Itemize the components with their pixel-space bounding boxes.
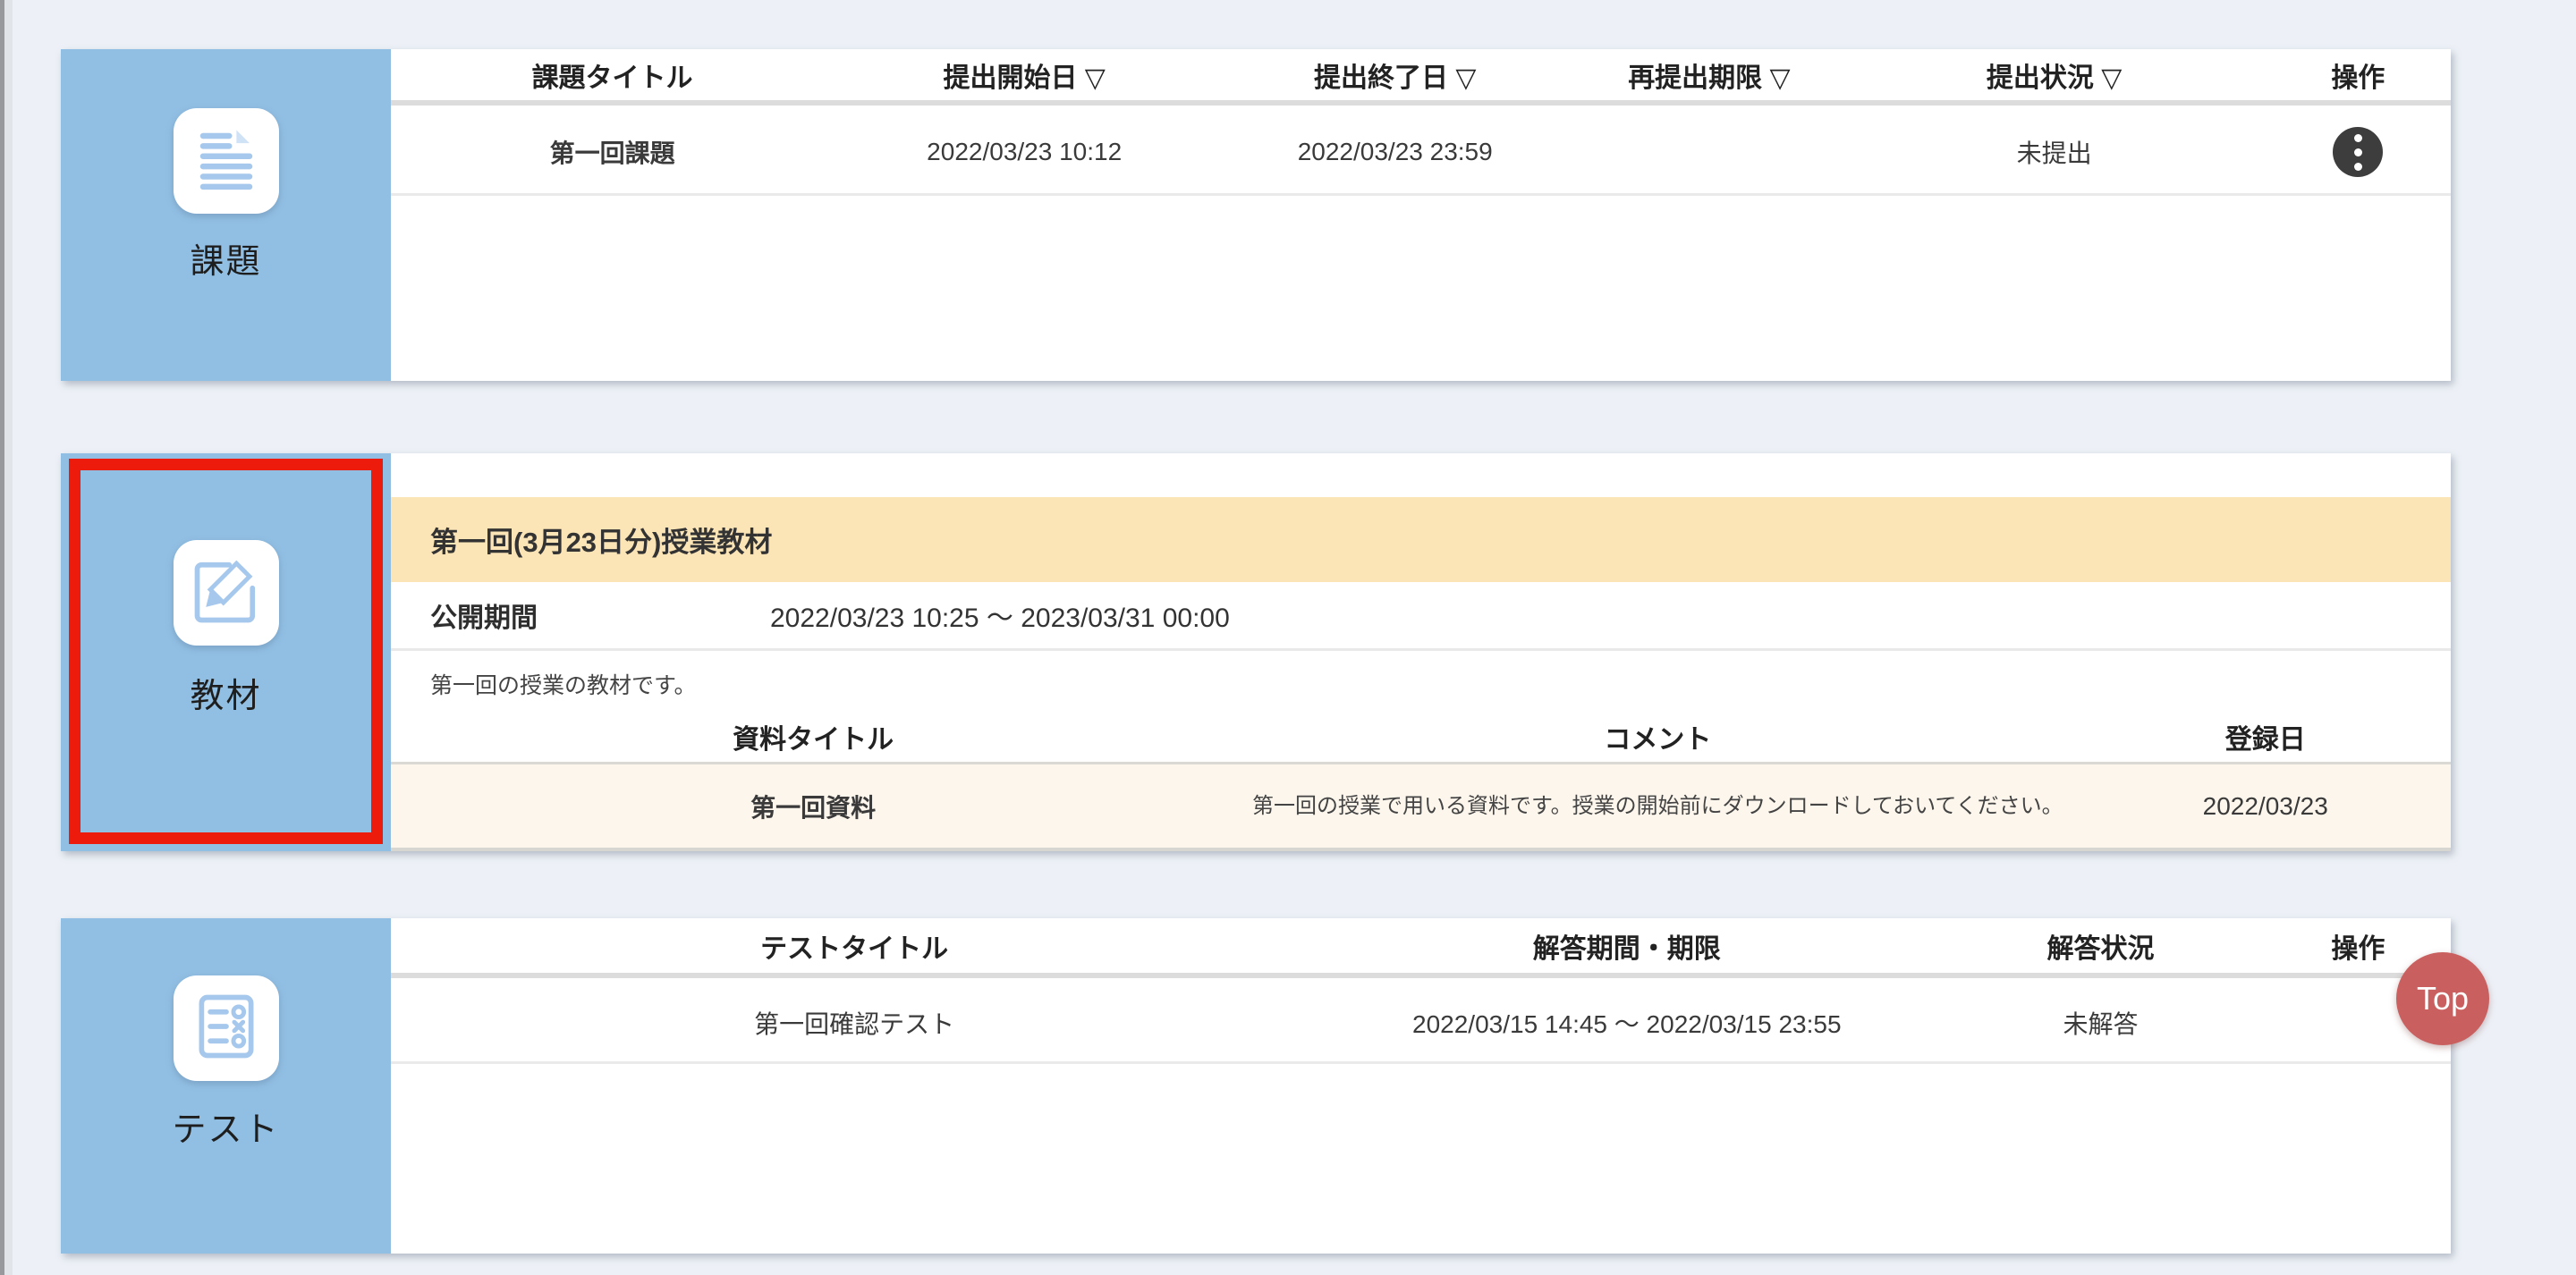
assignment-start: 2022/03/23 10:12	[834, 138, 1215, 166]
red-highlight-frame	[69, 459, 383, 844]
col-material-title: 資料タイトル	[391, 717, 1235, 756]
materials-icon-box	[174, 540, 279, 646]
assignment-row: 第一回課題 2022/03/23 10:12 2022/03/23 23:59 …	[391, 111, 2451, 196]
test-status: 未解答	[1936, 1005, 2265, 1041]
open-period-value: 2022/03/23 10:25 ～ 2023/03/31 00:00	[770, 595, 1230, 635]
assignment-status: 未提出	[1843, 134, 2266, 170]
col-material-date: 登録日	[2080, 717, 2451, 756]
tests-section: テスト テストタイトル 解答期間・期限 解答状況 操作 第一回確認テスト 202…	[61, 918, 2451, 1254]
sidebar-label-assignments: 課題	[61, 233, 391, 283]
col-submit-status-sort[interactable]: 提出状況 ▽	[1843, 55, 2266, 95]
material-date: 2022/03/23	[2080, 792, 2451, 821]
test-title: 第一回確認テスト	[391, 1005, 1318, 1041]
materials-description: 第一回の授業の教材です。	[391, 654, 2451, 714]
assignment-title: 第一回課題	[391, 134, 834, 170]
material-row: 第一回資料 第一回の授業で用いる資料です。授業の開始前にダウンロードしておいてく…	[391, 762, 2451, 851]
materials-header-row: 資料タイトル コメント 登録日	[391, 714, 2451, 759]
col-test-status: 解答状況	[1936, 926, 2265, 966]
col-assignment-title: 課題タイトル	[391, 55, 834, 95]
sidebar-label-tests: テスト	[61, 1102, 391, 1151]
open-period-row: 公開期間 2022/03/23 10:25 ～ 2023/03/31 00:00	[391, 582, 2451, 651]
assignments-section: 課題 課題タイトル 提出開始日 ▽ 提出終了日 ▽ 再提出期限 ▽ 提出状況 ▽…	[61, 49, 2451, 381]
test-row: 第一回確認テスト 2022/03/15 14:45 ～ 2022/03/15 2…	[391, 984, 2451, 1064]
window-edge-track	[4, 0, 13, 1275]
materials-banner-title: 第一回(3月23日分)授業教材	[391, 497, 2451, 582]
assignments-header-row: 課題タイトル 提出開始日 ▽ 提出終了日 ▽ 再提出期限 ▽ 提出状況 ▽ 操作	[391, 49, 2451, 106]
col-actions: 操作	[2266, 55, 2451, 95]
assignment-icon-box	[174, 108, 279, 214]
test-period: 2022/03/15 14:45 ～ 2022/03/15 23:55	[1318, 1005, 1936, 1041]
col-test-period: 解答期間・期限	[1318, 926, 1936, 966]
tests-header-row: テストタイトル 解答期間・期限 解答状況 操作	[391, 918, 2451, 978]
material-title: 第一回資料	[391, 789, 1235, 824]
tests-table: テストタイトル 解答期間・期限 解答状況 操作 第一回確認テスト 2022/03…	[391, 918, 2451, 1254]
col-submit-start-sort[interactable]: 提出開始日 ▽	[834, 55, 1215, 95]
material-comment: 第一回の授業で用いる資料です。授業の開始前にダウンロードしておいてください。	[1235, 789, 2080, 824]
scroll-to-top-button[interactable]: Top	[2396, 952, 2489, 1045]
assignments-table: 課題タイトル 提出開始日 ▽ 提出終了日 ▽ 再提出期限 ▽ 提出状況 ▽ 操作…	[391, 49, 2451, 381]
checklist-icon	[191, 992, 261, 1066]
open-period-label: 公開期間	[391, 595, 770, 635]
kebab-dot	[2354, 148, 2362, 156]
document-icon	[191, 124, 261, 198]
col-test-title: テストタイトル	[391, 926, 1318, 966]
tests-icon-box	[174, 975, 279, 1081]
sidebar-tab-assignments[interactable]: 課題	[61, 49, 391, 381]
kebab-dot	[2354, 163, 2362, 171]
assignment-kebab-menu-button[interactable]	[2333, 127, 2383, 177]
assignment-end: 2022/03/23 23:59	[1215, 138, 1575, 166]
materials-section: 教材 第一回(3月23日分)授業教材 公開期間 2022/03/23 10:25…	[61, 453, 2451, 851]
col-resubmit-deadline-sort[interactable]: 再提出期限 ▽	[1575, 55, 1843, 95]
edit-icon	[191, 556, 261, 630]
kebab-dot	[2354, 134, 2362, 142]
sidebar-tab-tests[interactable]: テスト	[61, 918, 391, 1254]
sidebar-tab-materials[interactable]: 教材	[61, 453, 391, 851]
materials-panel: 第一回(3月23日分)授業教材 公開期間 2022/03/23 10:25 ～ …	[391, 453, 2451, 851]
sidebar-label-materials: 教材	[61, 668, 391, 717]
col-material-comment: コメント	[1235, 717, 2080, 756]
col-submit-end-sort[interactable]: 提出終了日 ▽	[1215, 55, 1575, 95]
